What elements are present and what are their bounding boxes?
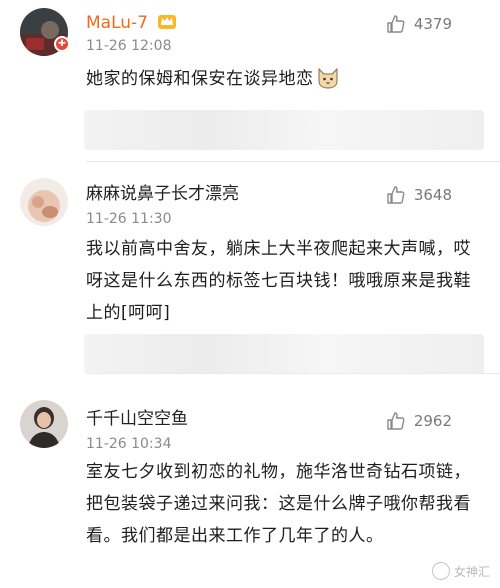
thumbs-up-icon bbox=[387, 15, 405, 33]
comment-item: 麻麻说鼻子长才漂亮 11-26 11:30 3648 我以前高中舍友，躺床上大半… bbox=[0, 168, 500, 374]
comment-time: 11-26 10:34 bbox=[86, 436, 172, 452]
watermark-text: 女神汇 bbox=[453, 564, 490, 579]
vip-crown-icon bbox=[158, 15, 177, 29]
like-count: 2962 bbox=[413, 412, 452, 430]
comment-text: 她家的保姆和保安在谈异地恋 bbox=[86, 63, 476, 95]
comment-time: 11-26 12:08 bbox=[86, 38, 172, 54]
blurred-reply bbox=[84, 110, 484, 150]
blurred-reply bbox=[84, 334, 484, 374]
comment-text: 我以前高中舍友，躺床上大半夜爬起来大声喊，哎呀这是什么东西的标签七百块钱！哦哦原… bbox=[86, 239, 471, 323]
cat-face-emoji-icon bbox=[318, 67, 337, 89]
username[interactable]: 麻麻说鼻子长才漂亮 bbox=[86, 184, 239, 204]
username[interactable]: 千千山空空鱼 bbox=[86, 409, 188, 429]
wechat-icon bbox=[431, 562, 450, 580]
verified-badge-icon: ✚ bbox=[54, 36, 70, 52]
watermark: 女神汇 bbox=[431, 562, 490, 580]
thumbs-up-icon bbox=[387, 412, 405, 430]
like-button[interactable]: 3648 bbox=[386, 184, 452, 206]
avatar[interactable] bbox=[20, 178, 68, 226]
comment-text-content: 她家的保姆和保安在谈异地恋 bbox=[86, 69, 314, 89]
avatar-image bbox=[20, 178, 68, 226]
divider bbox=[86, 373, 500, 374]
comment-item: 千千山空空鱼 11-26 10:34 2962 室友七夕收到初恋的礼物，施华洛世… bbox=[0, 380, 500, 588]
username[interactable]: MaLu-7 bbox=[86, 12, 177, 33]
thumbs-up-icon bbox=[387, 186, 405, 204]
like-count: 3648 bbox=[413, 186, 452, 204]
like-count: 4379 bbox=[413, 15, 452, 33]
like-button[interactable]: 2962 bbox=[386, 410, 452, 432]
comment-item: ✚ MaLu-7 11-26 12:08 4379 她家的保姆和保安在谈异地恋 bbox=[0, 0, 500, 168]
avatar[interactable] bbox=[20, 400, 68, 448]
username-text[interactable]: MaLu-7 bbox=[86, 13, 148, 33]
comment-time: 11-26 11:30 bbox=[86, 211, 172, 227]
avatar-image bbox=[20, 400, 68, 448]
comment-text: 室友七夕收到初恋的礼物，施华洛世奇钻石项链，把包装袋子递过来问我：这是什么牌子哦… bbox=[86, 462, 471, 546]
divider bbox=[86, 161, 500, 162]
like-button[interactable]: 4379 bbox=[386, 13, 452, 35]
